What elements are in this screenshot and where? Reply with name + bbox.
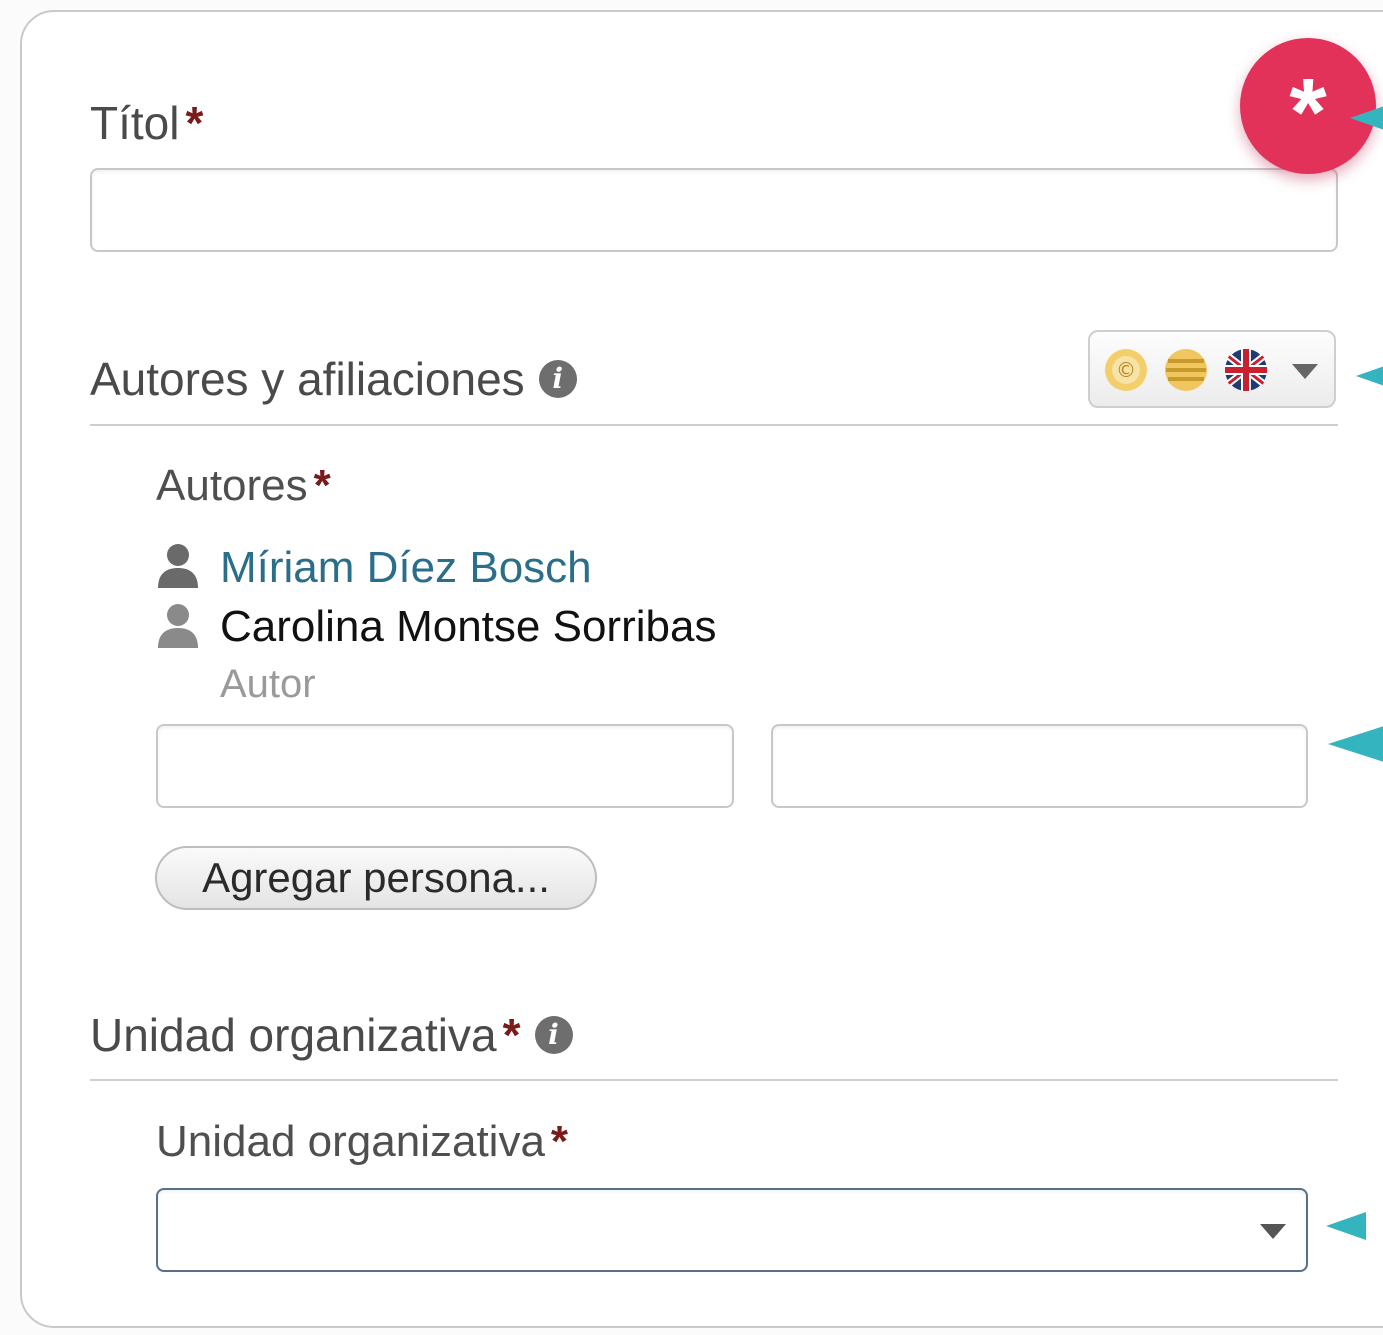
chevron-down-icon <box>1292 364 1318 379</box>
author-name-link[interactable]: Míriam Díez Bosch <box>220 546 592 590</box>
authors-label-text: Autores <box>156 461 308 510</box>
author-role-label: Autor <box>220 662 316 706</box>
author-first-name-input[interactable] <box>156 724 734 808</box>
org-section-heading-text: Unidad organizativa <box>90 1009 497 1061</box>
section-divider <box>90 1079 1338 1081</box>
required-mark: * <box>313 461 331 510</box>
pointer-arrow-1 <box>1350 104 1383 132</box>
section-divider <box>90 424 1338 426</box>
pointer-arrow-3 <box>1328 726 1383 762</box>
person-icon <box>158 604 198 648</box>
add-person-button[interactable]: Agregar persona... <box>155 846 597 910</box>
catalan-flag-icon: © <box>1105 349 1147 391</box>
authors-section-heading-text: Autores y afiliaciones <box>90 353 525 405</box>
spanish-flag-icon <box>1165 349 1207 391</box>
title-label-text: Títol <box>90 97 180 149</box>
chevron-down-icon <box>1260 1224 1286 1239</box>
authors-section-heading: Autores y afiliaciones i <box>90 356 577 402</box>
org-unit-select[interactable] <box>156 1188 1308 1272</box>
person-icon <box>158 544 198 588</box>
required-mark: * <box>185 97 204 149</box>
authors-label: Autores * <box>156 464 331 508</box>
org-section-heading: Unidad organizativa * i <box>90 1012 573 1058</box>
uk-flag-icon <box>1225 349 1267 391</box>
required-mark: * <box>502 1009 521 1061</box>
author-last-name-input[interactable] <box>771 724 1308 808</box>
svg-text:©: © <box>1116 358 1136 382</box>
pointer-arrow-2 <box>1356 362 1383 390</box>
author-name: Carolina Montse Sorribas <box>220 602 717 651</box>
info-icon[interactable]: i <box>534 1015 573 1054</box>
org-field-label: Unidad organizativa * <box>156 1120 568 1164</box>
required-mark: * <box>550 1117 569 1166</box>
title-input[interactable] <box>90 168 1338 252</box>
pointer-arrow-4 <box>1326 1212 1366 1240</box>
org-field-label-text: Unidad organizativa <box>156 1117 545 1166</box>
info-icon[interactable]: i <box>538 359 577 398</box>
language-selector[interactable]: © <box>1088 330 1336 408</box>
title-label: Títol * <box>90 100 203 146</box>
